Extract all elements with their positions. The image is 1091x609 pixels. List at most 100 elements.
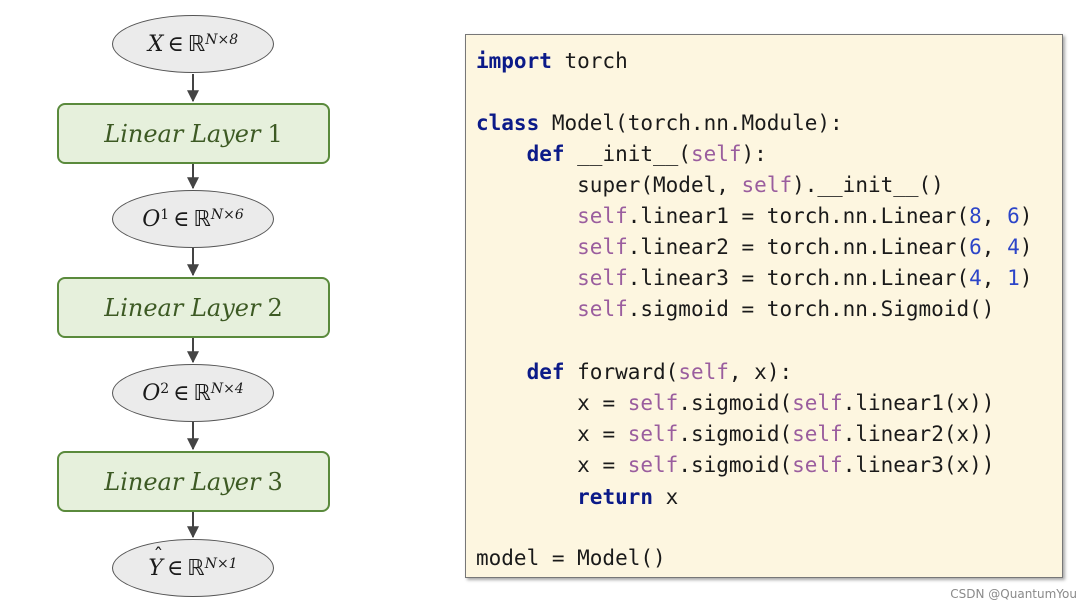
self-token: self: [577, 204, 628, 228]
out2-symbol: O: [142, 380, 161, 406]
code-line-2: class Model(torch.nn.Module):: [476, 110, 843, 136]
out1-relation: ∈: [173, 206, 190, 232]
code-text: .linear3(x)): [842, 453, 995, 477]
code-line-5: self.linear1 = torch.nn.Linear(8, 6): [476, 203, 1032, 229]
self-token: self: [690, 142, 742, 166]
self-token: self: [741, 173, 793, 197]
code-line-3: def __init__(self):: [476, 141, 767, 167]
code-text: .sigmoid = torch.nn.Sigmoid(): [627, 297, 995, 321]
output-symbol: Y: [148, 543, 163, 581]
out2-superscript: 2: [160, 381, 170, 397]
out1-dims: N×6: [210, 207, 244, 223]
self-token: self: [678, 360, 729, 384]
self-token: self: [577, 297, 628, 321]
kw-def: def: [526, 360, 565, 384]
output-set: ℝ: [187, 555, 205, 581]
layer1-name: Linear Layer: [104, 119, 261, 148]
code-text: ,: [981, 235, 1008, 259]
code-text: ,: [981, 266, 1008, 290]
code-panel: import torch class Model(torch.nn.Module…: [465, 34, 1063, 578]
code-text: ): [1019, 235, 1033, 259]
code-text: .sigmoid(: [678, 422, 793, 446]
self-token: self: [627, 422, 679, 446]
hidden-output-2-node: O 2 ∈ ℝ N×4: [112, 364, 274, 422]
out1-set: ℝ: [193, 206, 211, 232]
code-text: ): [1019, 266, 1033, 290]
code-text: forward(: [564, 360, 679, 384]
linear-layer-1: Linear Layer 1: [57, 103, 330, 164]
out2-relation: ∈: [173, 380, 190, 406]
code-text: , x):: [728, 360, 793, 384]
code-text: x =: [577, 422, 628, 446]
code-line-7: self.linear3 = torch.nn.Linear(4, 1): [476, 265, 1032, 291]
code-line-1: import torch: [476, 48, 628, 74]
code-text: x =: [577, 391, 628, 415]
linear-layer-2: Linear Layer 2: [57, 277, 330, 338]
input-set: ℝ: [187, 31, 206, 57]
output-dims: N×1: [204, 556, 238, 572]
input-dims: N×8: [205, 32, 239, 48]
layer3-name: Linear Layer: [104, 467, 261, 496]
code-text: Model(torch.nn.Module):: [539, 111, 843, 135]
number-token: 6: [1007, 204, 1020, 228]
code-line-11: x = self.sigmoid(self.linear2(x)): [476, 421, 994, 447]
figure: X ∈ ℝ N×8 Linear Layer 1 O 1 ∈ ℝ N×6 Lin…: [0, 0, 1091, 609]
self-token: self: [792, 391, 843, 415]
kw-class: class: [476, 111, 540, 135]
self-token: self: [627, 453, 679, 477]
code-line-14: model = Model(): [476, 545, 666, 571]
code-line-10: x = self.sigmoid(self.linear1(x)): [476, 390, 994, 416]
code-text: torch: [551, 49, 628, 73]
code-text: .sigmoid(: [678, 453, 793, 477]
code-text: x: [653, 485, 679, 509]
code-text: ): [1019, 204, 1033, 228]
code-text: .linear1(x)): [842, 391, 995, 415]
code-text: x =: [577, 453, 628, 477]
number-token: 4: [1007, 235, 1020, 259]
layer2-name: Linear Layer: [104, 293, 261, 322]
self-token: self: [577, 235, 628, 259]
number-token: 1: [1007, 266, 1020, 290]
code-text: ).__init__(): [792, 173, 944, 197]
out2-dims: N×4: [210, 381, 244, 397]
input-symbol: X: [147, 31, 164, 57]
output-relation: ∈: [166, 555, 184, 581]
code-text: .linear2 = torch.nn.Linear(: [627, 235, 970, 259]
hidden-output-1-node: O 1 ∈ ℝ N×6: [112, 190, 274, 248]
self-token: self: [792, 453, 843, 477]
code-text: ):: [741, 142, 767, 166]
code-line-4: super(Model, self).__init__(): [476, 172, 944, 198]
number-token: 6: [969, 235, 982, 259]
kw-import: import: [476, 49, 552, 73]
number-token: 4: [969, 266, 982, 290]
input-node: X ∈ ℝ N×8: [112, 15, 274, 73]
layer3-index: 3: [267, 467, 283, 496]
number-token: 8: [969, 204, 982, 228]
code-text: ,: [981, 204, 1008, 228]
output-node: Y ∈ ℝ N×1: [112, 539, 274, 597]
kw-return: return: [577, 485, 654, 509]
code-line-13: return x: [476, 484, 678, 510]
code-text: model = Model(): [476, 546, 666, 570]
code-text: .linear3 = torch.nn.Linear(: [627, 266, 970, 290]
self-token: self: [792, 422, 843, 446]
self-token: self: [577, 266, 628, 290]
code-line-12: x = self.sigmoid(self.linear3(x)): [476, 452, 994, 478]
code-text: .linear2(x)): [842, 422, 995, 446]
self-token: self: [627, 391, 679, 415]
out1-superscript: 1: [160, 207, 170, 223]
code-text: super(Model,: [577, 173, 742, 197]
layer1-index: 1: [267, 119, 283, 148]
code-line-6: self.linear2 = torch.nn.Linear(6, 4): [476, 234, 1032, 260]
layer2-index: 2: [267, 293, 283, 322]
